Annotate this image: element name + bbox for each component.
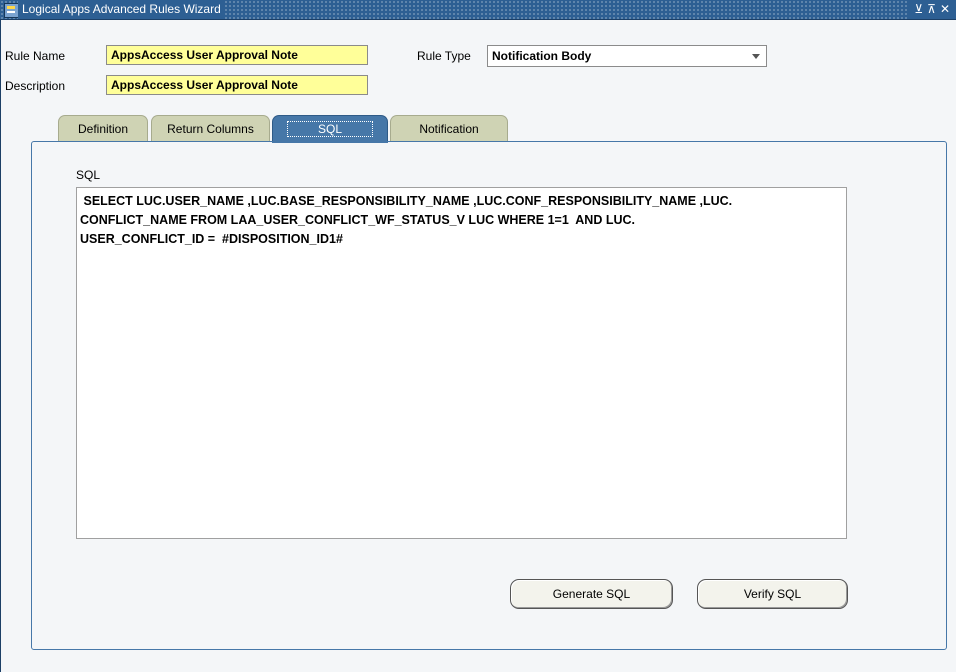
verify-sql-button[interactable]: Verify SQL — [697, 579, 848, 609]
window-controls: ⊻⊼✕ — [908, 0, 956, 19]
tab-sql-label: SQL — [286, 121, 373, 137]
tab-sql[interactable]: SQL — [272, 115, 388, 143]
rule-name-field[interactable]: AppsAccess User Approval Note — [106, 45, 368, 65]
title-bar: Logical Apps Advanced Rules Wizard ⊻⊼✕ — [0, 0, 956, 20]
rule-type-label: Rule Type — [417, 49, 471, 63]
tab-return-columns[interactable]: Return Columns — [151, 115, 270, 142]
chevron-down-icon[interactable] — [752, 54, 760, 59]
description-label: Description — [5, 79, 66, 93]
rule-type-value: Notification Body — [492, 49, 592, 63]
generate-sql-button[interactable]: Generate SQL — [510, 579, 673, 609]
rule-type-select[interactable]: Notification Body — [487, 45, 767, 67]
sql-textarea[interactable]: SELECT LUC.USER_NAME ,LUC.BASE_RESPONSIB… — [76, 187, 847, 539]
active-tab-underline — [272, 141, 388, 143]
sql-label: SQL — [76, 168, 101, 182]
maximize-icon[interactable]: ⊼ — [927, 0, 940, 19]
rule-name-label: Rule Name — [5, 49, 66, 63]
close-icon[interactable]: ✕ — [940, 0, 954, 19]
description-field[interactable]: AppsAccess User Approval Note — [106, 75, 368, 95]
minimize-icon[interactable]: ⊻ — [914, 0, 927, 19]
tab-notification[interactable]: Notification — [390, 115, 508, 142]
window-title: Logical Apps Advanced Rules Wizard — [18, 0, 225, 19]
tab-definition[interactable]: Definition — [58, 115, 148, 142]
